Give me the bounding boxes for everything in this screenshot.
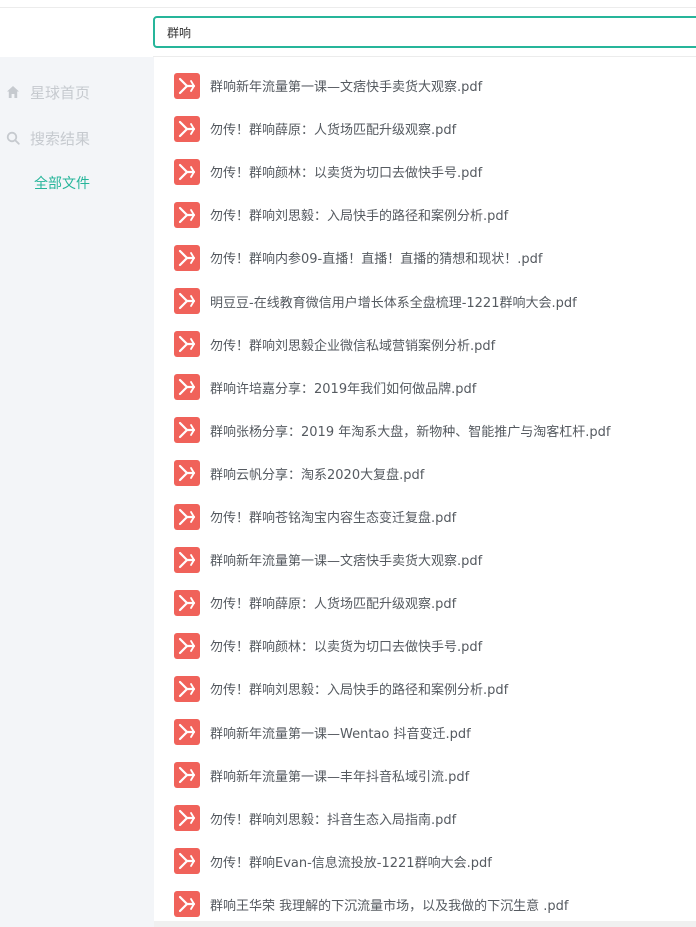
pdf-icon — [174, 158, 200, 185]
pdf-icon — [174, 288, 200, 314]
pdf-icon — [174, 589, 200, 616]
pdf-icon — [174, 503, 200, 530]
file-name: 勿传！群响颜林：以卖货为切口去做快手号.pdf — [210, 640, 483, 656]
file-name: 群响新年流量第一课—文痞快手卖货大观察.pdf — [210, 80, 483, 95]
file-item[interactable]: 勿传！群响颜林：以卖货为切口去做快手号.pdf — [154, 624, 696, 667]
file-item[interactable]: 群响张杨分享：2019 年淘系大盘，新物种、智能推广与淘客杠杆.pdf — [154, 409, 696, 452]
file-name: 勿传！群响薛原：人货场匹配升级观察.pdf — [210, 597, 457, 613]
search-input[interactable] — [155, 18, 696, 46]
file-name: 群响许培嘉分享：2019年我们如何做品牌.pdf — [210, 381, 477, 397]
file-item[interactable]: 勿传！群响刘思毅：入局快手的路径和案例分析.pdf — [154, 193, 696, 236]
pdf-icon — [174, 632, 200, 659]
file-name: 勿传！群响刘思毅：入局快手的路径和案例分析.pdf — [210, 209, 509, 225]
file-name: 群响新年流量第一课—Wentao 抖音变迁.pdf — [210, 726, 471, 742]
pdf-icon — [174, 762, 200, 789]
file-item[interactable]: 群响许培嘉分享：2019年我们如何做品牌.pdf — [154, 366, 696, 409]
sidebar-item-home[interactable]: 星球首页 — [0, 77, 154, 107]
file-item[interactable]: 群响新年流量第一课—文痞快手卖货大观察.pdf — [154, 538, 696, 581]
sidebar-item-label: 星球首页 — [30, 83, 91, 102]
sidebar-item-search-results[interactable]: 搜索结果 — [0, 123, 154, 153]
sidebar-item-label: 搜索结果 — [30, 129, 91, 148]
file-item[interactable]: 群响新年流量第一课—文痞快手卖货大观察.pdf — [154, 64, 696, 107]
pdf-icon — [174, 848, 200, 875]
sidebar-item-label: 全部文件 — [34, 176, 90, 192]
pdf-icon — [174, 891, 200, 918]
file-name: 勿传！群响苍铭淘宝内容生态变迁复盘.pdf — [210, 511, 457, 526]
file-item[interactable]: 明豆豆-在线教育微信用户增长体系全盘梳理-1221群响大会.pdf — [154, 280, 696, 323]
pdf-icon — [174, 460, 200, 487]
file-name: 勿传！群响内参09-直播！直播！直播的猜想和现状！.pdf — [210, 252, 543, 268]
file-item[interactable]: 勿传！群响苍铭淘宝内容生态变迁复盘.pdf — [154, 495, 696, 538]
file-name: 勿传！群响刘思毅：入局快手的路径和案例分析.pdf — [210, 683, 509, 699]
sidebar-item-all-files[interactable]: 全部文件 — [0, 168, 154, 198]
top-divider — [0, 0, 696, 8]
pdf-icon — [174, 675, 200, 702]
pdf-icon — [174, 244, 200, 271]
file-name: 群响王华荣 我理解的下沉流量市场，以及我做的下沉生意 .pdf — [210, 898, 569, 914]
file-name: 勿传！群响Evan-信息流投放-1221群响大会.pdf — [210, 855, 492, 871]
file-name: 群响新年流量第一课—丰年抖音私域引流.pdf — [210, 769, 470, 785]
sidebar: 星球首页 搜索结果 全部文件 — [0, 57, 154, 927]
pdf-icon — [174, 546, 200, 573]
file-item[interactable]: 勿传！群响内参09-直播！直播！直播的猜想和现状！.pdf — [154, 236, 696, 279]
search-icon — [5, 130, 21, 146]
pdf-icon — [174, 115, 200, 142]
file-item[interactable]: 勿传！群响薛原：人货场匹配升级观察.pdf — [154, 107, 696, 150]
file-name: 明豆豆-在线教育微信用户增长体系全盘梳理-1221群响大会.pdf — [210, 295, 577, 311]
file-name: 群响新年流量第一课—文痞快手卖货大观察.pdf — [210, 554, 483, 570]
file-item[interactable]: 勿传！群响刘思毅：抖音生态入局指南.pdf — [154, 797, 696, 840]
file-name: 勿传！群响薛原：人货场匹配升级观察.pdf — [210, 123, 457, 139]
file-name: 勿传！群响刘思毅企业微信私域营销案例分析.pdf — [210, 338, 496, 354]
home-icon — [5, 84, 21, 100]
scroll-edge — [154, 921, 696, 927]
file-item[interactable]: 群响新年流量第一课—Wentao 抖音变迁.pdf — [154, 711, 696, 754]
pdf-icon — [174, 374, 200, 401]
pdf-icon — [174, 72, 200, 99]
search-box[interactable] — [153, 16, 696, 48]
page: 星球首页 搜索结果 全部文件 群响新年流量第一课—文痞快手卖货大观察.pdf — [0, 0, 696, 927]
file-item[interactable]: 群响王华荣 我理解的下沉流量市场，以及我做的下沉生意 .pdf — [154, 883, 696, 926]
file-item[interactable]: 勿传！群响刘思毅：入局快手的路径和案例分析.pdf — [154, 667, 696, 710]
pdf-icon — [174, 331, 200, 358]
file-item[interactable]: 勿传！群响薛原：人货场匹配升级观察.pdf — [154, 581, 696, 624]
pdf-icon — [174, 805, 200, 832]
pdf-icon — [174, 719, 200, 745]
file-name: 群响张杨分享：2019 年淘系大盘，新物种、智能推广与淘客杠杆.pdf — [210, 424, 611, 440]
file-item[interactable]: 勿传！群响颜林：以卖货为切口去做快手号.pdf — [154, 150, 696, 193]
header-divider — [153, 56, 696, 57]
file-name: 勿传！群响刘思毅：抖音生态入局指南.pdf — [210, 812, 457, 828]
file-item[interactable]: 勿传！群响刘思毅企业微信私域营销案例分析.pdf — [154, 323, 696, 366]
file-item[interactable]: 勿传！群响Evan-信息流投放-1221群响大会.pdf — [154, 840, 696, 883]
file-name: 群响云帆分享：淘系2020大复盘.pdf — [210, 467, 425, 483]
file-name: 勿传！群响颜林：以卖货为切口去做快手号.pdf — [210, 166, 483, 182]
file-item[interactable]: 群响新年流量第一课—丰年抖音私域引流.pdf — [154, 754, 696, 797]
file-item[interactable]: 群响云帆分享：淘系2020大复盘.pdf — [154, 452, 696, 495]
pdf-icon — [174, 417, 200, 444]
pdf-icon — [174, 201, 200, 228]
